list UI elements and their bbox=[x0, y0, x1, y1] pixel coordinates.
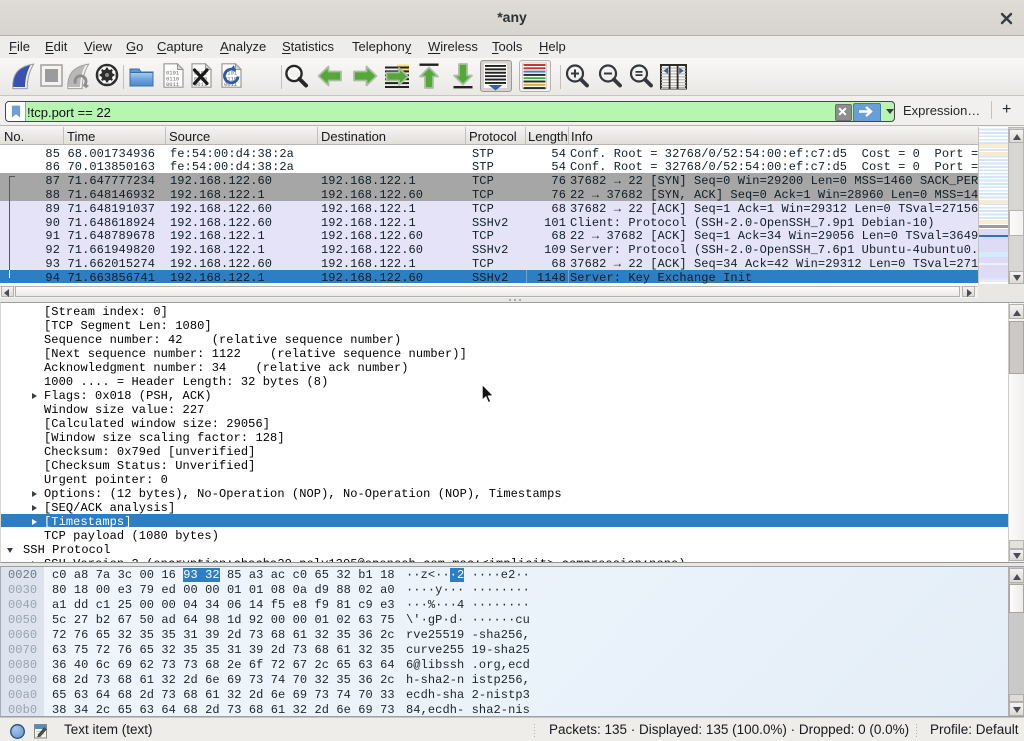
svg-text:0011: 0011 bbox=[166, 81, 180, 88]
